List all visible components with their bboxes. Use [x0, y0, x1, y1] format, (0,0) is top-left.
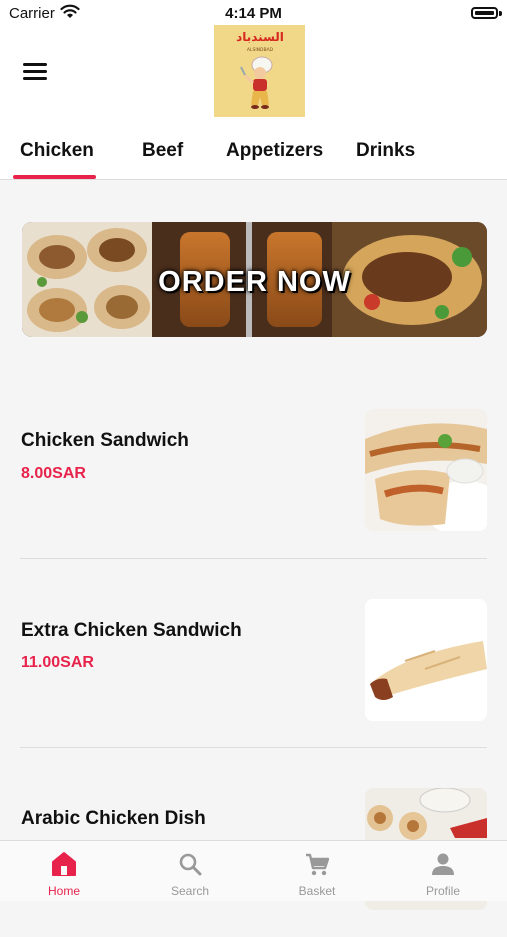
- item-image: [365, 409, 487, 531]
- category-tabs: Chicken Beef Appetizers Drinks: [0, 120, 507, 180]
- status-bar: Carrier 4:14 PM: [0, 0, 507, 28]
- tab-appetizers[interactable]: Appetizers: [226, 140, 323, 162]
- battery-icon: [471, 7, 498, 19]
- battery-tip: [499, 11, 502, 16]
- nav-home-label: Home: [47, 884, 80, 898]
- active-tab-indicator: [13, 175, 96, 179]
- status-time: 4:14 PM: [225, 5, 282, 22]
- nav-search-label: Search: [170, 884, 210, 898]
- item-name: Chicken Sandwich: [21, 430, 189, 451]
- nav-basket[interactable]: Basket: [254, 841, 380, 901]
- brand-logo: السندباد ALSINDBAD: [214, 25, 305, 117]
- hamburger-menu-button[interactable]: [23, 63, 47, 81]
- logo-latin-text: ALSINDBAD: [247, 47, 274, 53]
- cart-icon: [306, 853, 329, 876]
- nav-search[interactable]: Search: [127, 841, 253, 901]
- item-name: Extra Chicken Sandwich: [21, 620, 242, 641]
- menu-item-chicken-sandwich[interactable]: Chicken Sandwich 8.00SAR: [0, 370, 507, 559]
- logo-illustration: السندباد ALSINDBAD: [214, 25, 305, 117]
- home-icon: [52, 852, 76, 876]
- nav-profile-label: Profile: [425, 884, 460, 898]
- menu-item-extra-chicken-sandwich[interactable]: Extra Chicken Sandwich 11.00SAR: [0, 559, 507, 748]
- nav-profile[interactable]: Profile: [380, 841, 506, 901]
- item-price: 11.00SAR: [21, 654, 94, 671]
- tab-chicken[interactable]: Chicken: [20, 140, 94, 162]
- order-now-banner[interactable]: ORDER NOW: [22, 222, 487, 337]
- banner-text: ORDER NOW: [158, 266, 351, 298]
- app-header: السندباد ALSINDBAD: [0, 25, 507, 120]
- item-image: [365, 599, 487, 721]
- nav-home[interactable]: Home: [1, 841, 127, 901]
- search-icon: [179, 853, 202, 876]
- tab-drinks[interactable]: Drinks: [356, 140, 415, 162]
- person-icon: [432, 853, 454, 875]
- nav-basket-label: Basket: [298, 884, 336, 898]
- logo-arabic-text: السندباد: [236, 30, 284, 44]
- bottom-navigation: Home Search Basket Profile: [0, 840, 507, 901]
- tab-beef[interactable]: Beef: [142, 140, 183, 162]
- item-name: Arabic Chicken Dish: [21, 808, 206, 829]
- item-price: 8.00SAR: [21, 465, 86, 482]
